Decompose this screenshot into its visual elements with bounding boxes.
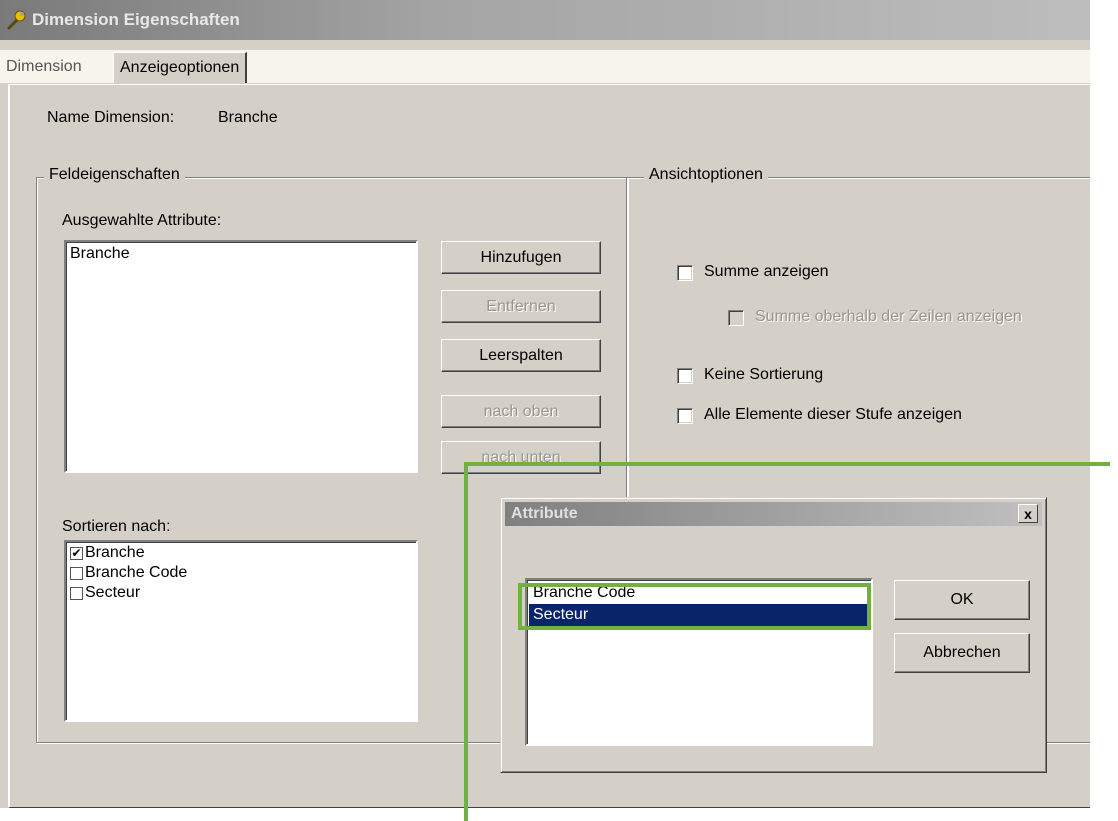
- dialog-title-bar[interactable]: Attribute x: [505, 502, 1042, 526]
- window-title: Dimension Eigenschaften: [32, 10, 240, 29]
- annotation-line-vertical: [464, 462, 468, 821]
- sort-item-secteur[interactable]: Secteur: [70, 583, 412, 603]
- empty-columns-button[interactable]: Leerspalten: [441, 339, 601, 372]
- selected-attributes-list[interactable]: Branche: [64, 240, 418, 473]
- close-icon[interactable]: x: [1018, 504, 1038, 523]
- add-button[interactable]: Hinzufugen: [441, 241, 601, 274]
- ansichtoptionen-legend: Ansichtoptionen: [644, 166, 768, 184]
- attribute-dialog: Attribute x Branche Code Secteur OK Abbr…: [500, 497, 1047, 773]
- annotation-highlight-box: [518, 583, 871, 630]
- name-dimension-label: Name Dimension:: [47, 109, 175, 126]
- dialog-title: Attribute: [511, 505, 578, 522]
- no-sort-label[interactable]: Keine Sortierung: [704, 366, 823, 384]
- sort-by-label: Sortieren nach:: [62, 518, 171, 535]
- selected-attributes-label: Ausgewahlte Attribute:: [62, 212, 222, 229]
- sort-by-list[interactable]: ✔ Branche Branche Code Secteur: [64, 540, 418, 722]
- move-up-button[interactable]: nach oben: [441, 395, 601, 428]
- show-sum-label[interactable]: Summe anzeigen: [704, 263, 829, 281]
- checkbox[interactable]: [70, 566, 83, 580]
- sort-item-label: Branche Code: [85, 564, 188, 581]
- name-dimension-value: Branche: [218, 109, 278, 126]
- sort-item-label: Secteur: [85, 584, 141, 601]
- show-all-label[interactable]: Alle Elemente dieser Stufe anzeigen: [704, 406, 962, 424]
- tab-dimension[interactable]: Dimension: [0, 53, 88, 81]
- sum-above-checkbox[interactable]: [728, 310, 744, 326]
- sort-item-label: Branche: [85, 544, 145, 561]
- annotation-line-horizontal: [464, 462, 1110, 466]
- sort-item-branche-code[interactable]: Branche Code: [70, 563, 412, 583]
- tab-anzeigeoptionen[interactable]: Anzeigeoptionen: [113, 52, 248, 83]
- sum-above-label[interactable]: Summe oberhalb der Zeilen anzeigen: [755, 308, 1022, 326]
- feldeigenschaften-legend: Feldeigenschaften: [44, 166, 185, 184]
- checkmark-icon[interactable]: ✔: [70, 546, 83, 560]
- cancel-button[interactable]: Abbrechen: [894, 633, 1030, 673]
- title-bar[interactable]: Dimension Eigenschaften: [0, 0, 1090, 40]
- ok-button[interactable]: OK: [894, 580, 1030, 620]
- remove-button[interactable]: Entfernen: [441, 290, 601, 323]
- checkbox[interactable]: [70, 586, 83, 600]
- show-sum-checkbox[interactable]: [677, 265, 693, 281]
- show-all-checkbox[interactable]: [677, 408, 693, 424]
- no-sort-checkbox[interactable]: [677, 368, 693, 384]
- wrench-icon: [7, 10, 26, 30]
- sort-item-branche[interactable]: ✔ Branche: [70, 543, 412, 563]
- list-item[interactable]: Branche: [70, 245, 412, 263]
- tab-strip: Dimension Anzeigeoptionen: [0, 50, 1090, 83]
